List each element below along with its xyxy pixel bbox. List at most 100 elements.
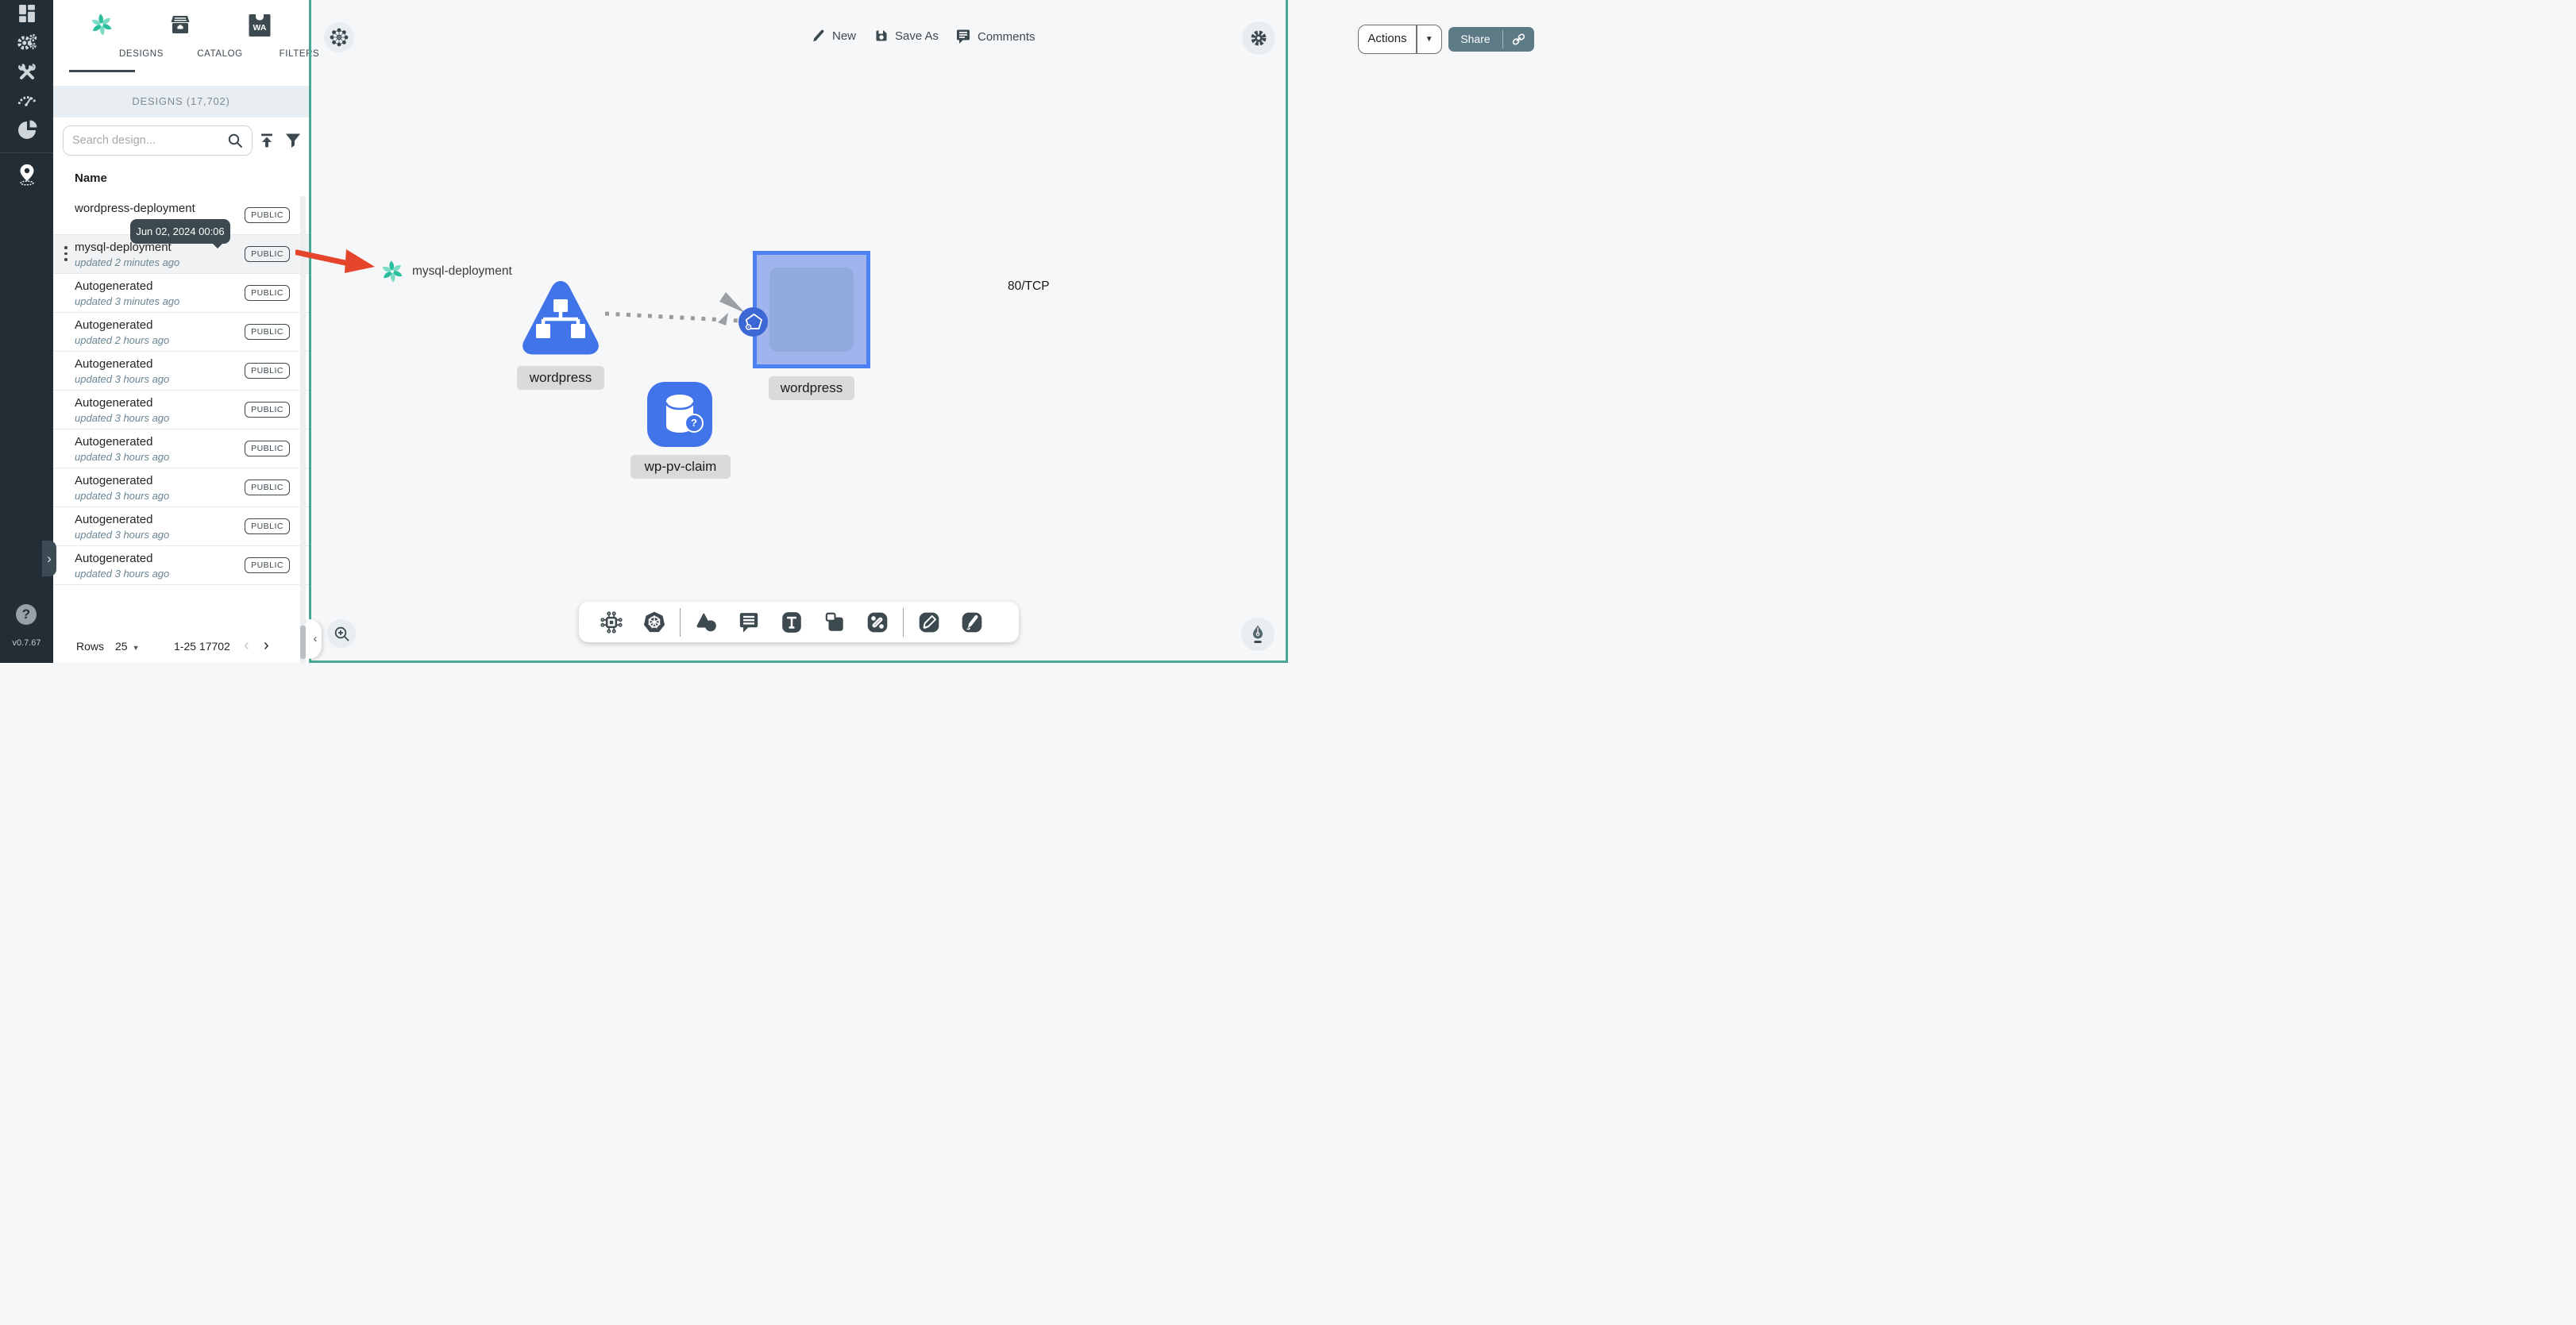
- tab-designs[interactable]: DESIGNS: [62, 0, 163, 76]
- dashboard-icon[interactable]: [0, 5, 53, 22]
- save-as-label: Save As: [895, 29, 939, 43]
- filter-funnel-icon[interactable]: [285, 133, 301, 148]
- section-tool-icon[interactable]: [813, 611, 856, 634]
- mesh-icon: [330, 28, 349, 47]
- expand-sidebar-handle[interactable]: ›: [42, 541, 56, 576]
- design-name: Autogenerated: [75, 552, 153, 565]
- caret-down-icon: ▼: [132, 644, 140, 652]
- design-updated: updated 3 hours ago: [75, 451, 170, 463]
- tab-filters[interactable]: WA FILTERS: [220, 0, 319, 76]
- share-button[interactable]: Share: [1448, 27, 1534, 52]
- drag-preview-label: mysql-deployment: [412, 264, 512, 278]
- canvas-bottom-border: [309, 661, 1288, 663]
- save-icon: [876, 30, 887, 41]
- design-name: Autogenerated: [75, 279, 153, 293]
- zoom-in-icon: [334, 626, 349, 641]
- publish-upload-icon[interactable]: [258, 132, 276, 149]
- help-icon[interactable]: ?: [16, 604, 37, 625]
- design-canvas[interactable]: New Save As Comments Actions ▼ Share mys…: [311, 0, 1534, 661]
- active-tab-underline: [69, 70, 135, 72]
- canvas-right-border: [1286, 0, 1288, 663]
- pagination-range: 1-25 17702: [174, 640, 230, 653]
- design-name: Autogenerated: [75, 396, 153, 410]
- pen-mode-button[interactable]: [1241, 618, 1275, 651]
- tab-filters-label: FILTERS: [279, 49, 320, 59]
- pagination-bar: Rows 25 ▼ 1-25 17702 ‹ ›: [53, 634, 309, 661]
- performance-gauge-icon[interactable]: [0, 91, 53, 107]
- rail-divider: [0, 152, 53, 153]
- tab-catalog[interactable]: CATALOG: [141, 0, 242, 76]
- app-version: v0.7.67: [12, 638, 41, 648]
- design-list-item[interactable]: Autogenerated updated 3 minutes ago PUBL…: [53, 274, 309, 313]
- pod-pentagon-icon: [745, 313, 762, 330]
- search-icon[interactable]: [227, 133, 243, 148]
- comments-label: Comments: [978, 29, 1035, 44]
- designs-panel: DESIGNS CATALOG WA FILTERS DESIGNS (17,7…: [53, 0, 319, 663]
- extensions-icon[interactable]: [0, 120, 53, 141]
- component-tool-icon[interactable]: [590, 611, 633, 634]
- toolbar-divider: [903, 607, 904, 637]
- designs-list: wordpress-deployment PUBLIC mysql-deploy…: [53, 196, 309, 585]
- kubernetes-tool-icon[interactable]: [633, 611, 676, 634]
- design-updated: updated 3 hours ago: [75, 373, 170, 385]
- design-list-item[interactable]: Autogenerated updated 3 hours ago PUBLIC: [53, 546, 309, 585]
- design-list-item[interactable]: Autogenerated updated 3 hours ago PUBLIC: [53, 468, 309, 507]
- node-pvc-wp-pv-claim[interactable]: ?: [647, 382, 712, 447]
- next-page-button[interactable]: ›: [264, 637, 269, 655]
- prev-page-button[interactable]: ‹: [244, 637, 249, 655]
- svg-text:WA: WA: [253, 23, 267, 33]
- search-input[interactable]: [63, 125, 253, 156]
- text-tool-icon[interactable]: [770, 611, 813, 634]
- settings-button[interactable]: [1242, 21, 1275, 55]
- comments-button[interactable]: Comments: [955, 29, 1035, 44]
- comment-tool-icon[interactable]: [727, 611, 770, 634]
- visibility-badge: PUBLIC: [245, 363, 290, 379]
- zoom-in-button[interactable]: [327, 619, 356, 648]
- rows-per-page-select[interactable]: 25 ▼: [115, 640, 140, 653]
- share-link-icon[interactable]: [1503, 27, 1534, 52]
- panel-canvas-divider[interactable]: [309, 0, 311, 663]
- design-updated: updated 3 hours ago: [75, 412, 170, 424]
- mesh-overview-button[interactable]: [324, 22, 354, 52]
- pencil-icon: [813, 29, 824, 42]
- brush-tool-icon[interactable]: [951, 611, 993, 634]
- design-updated: updated 2 hours ago: [75, 334, 170, 346]
- design-name: Autogenerated: [75, 318, 153, 332]
- comment-icon: [957, 29, 970, 44]
- node-deployment-wordpress[interactable]: [753, 251, 870, 368]
- design-updated: updated 2 minutes ago: [75, 256, 180, 268]
- new-button[interactable]: New: [812, 29, 856, 43]
- rows-label: Rows: [76, 640, 105, 653]
- edge-port-label: 80/TCP: [1008, 279, 1050, 293]
- actions-dropdown-icon[interactable]: ▼: [1417, 25, 1442, 53]
- pen-tool-icon[interactable]: [908, 611, 951, 634]
- save-as-button[interactable]: Save As: [874, 29, 939, 43]
- visibility-badge: PUBLIC: [245, 402, 290, 418]
- design-list-item[interactable]: Autogenerated updated 3 hours ago PUBLIC: [53, 507, 309, 546]
- design-list-item[interactable]: Autogenerated updated 2 hours ago PUBLIC: [53, 313, 309, 352]
- kanvas-pin-icon[interactable]: [0, 164, 53, 186]
- configuration-wrenches-icon[interactable]: [0, 63, 53, 82]
- design-updated: updated 3 hours ago: [75, 568, 170, 580]
- lifecycle-gears-icon[interactable]: [0, 33, 53, 53]
- visibility-badge: PUBLIC: [245, 557, 290, 573]
- share-label: Share: [1460, 33, 1490, 45]
- visibility-badge: PUBLIC: [245, 285, 290, 301]
- visibility-badge: PUBLIC: [245, 480, 290, 495]
- node-service-wordpress[interactable]: [517, 277, 604, 356]
- pod-badge[interactable]: [738, 307, 768, 337]
- shapes-tool-icon[interactable]: [684, 611, 727, 634]
- filters-wasm-icon: WA: [249, 13, 271, 37]
- column-header-name: Name: [75, 171, 107, 185]
- relationship-tool-icon[interactable]: [856, 611, 899, 634]
- deployment-inner-container: [769, 268, 854, 352]
- design-list-item[interactable]: Autogenerated updated 3 hours ago PUBLIC: [53, 352, 309, 391]
- actions-button[interactable]: Actions ▼: [1358, 25, 1442, 54]
- pvc-question-badge: ?: [684, 414, 704, 433]
- visibility-badge: PUBLIC: [245, 441, 290, 456]
- designs-count-header: DESIGNS (17,702): [53, 86, 309, 117]
- drag-arrow: [295, 249, 375, 273]
- row-menu-icon[interactable]: [62, 246, 70, 261]
- design-list-item[interactable]: Autogenerated updated 3 hours ago PUBLIC: [53, 391, 309, 429]
- design-list-item[interactable]: Autogenerated updated 3 hours ago PUBLIC: [53, 429, 309, 468]
